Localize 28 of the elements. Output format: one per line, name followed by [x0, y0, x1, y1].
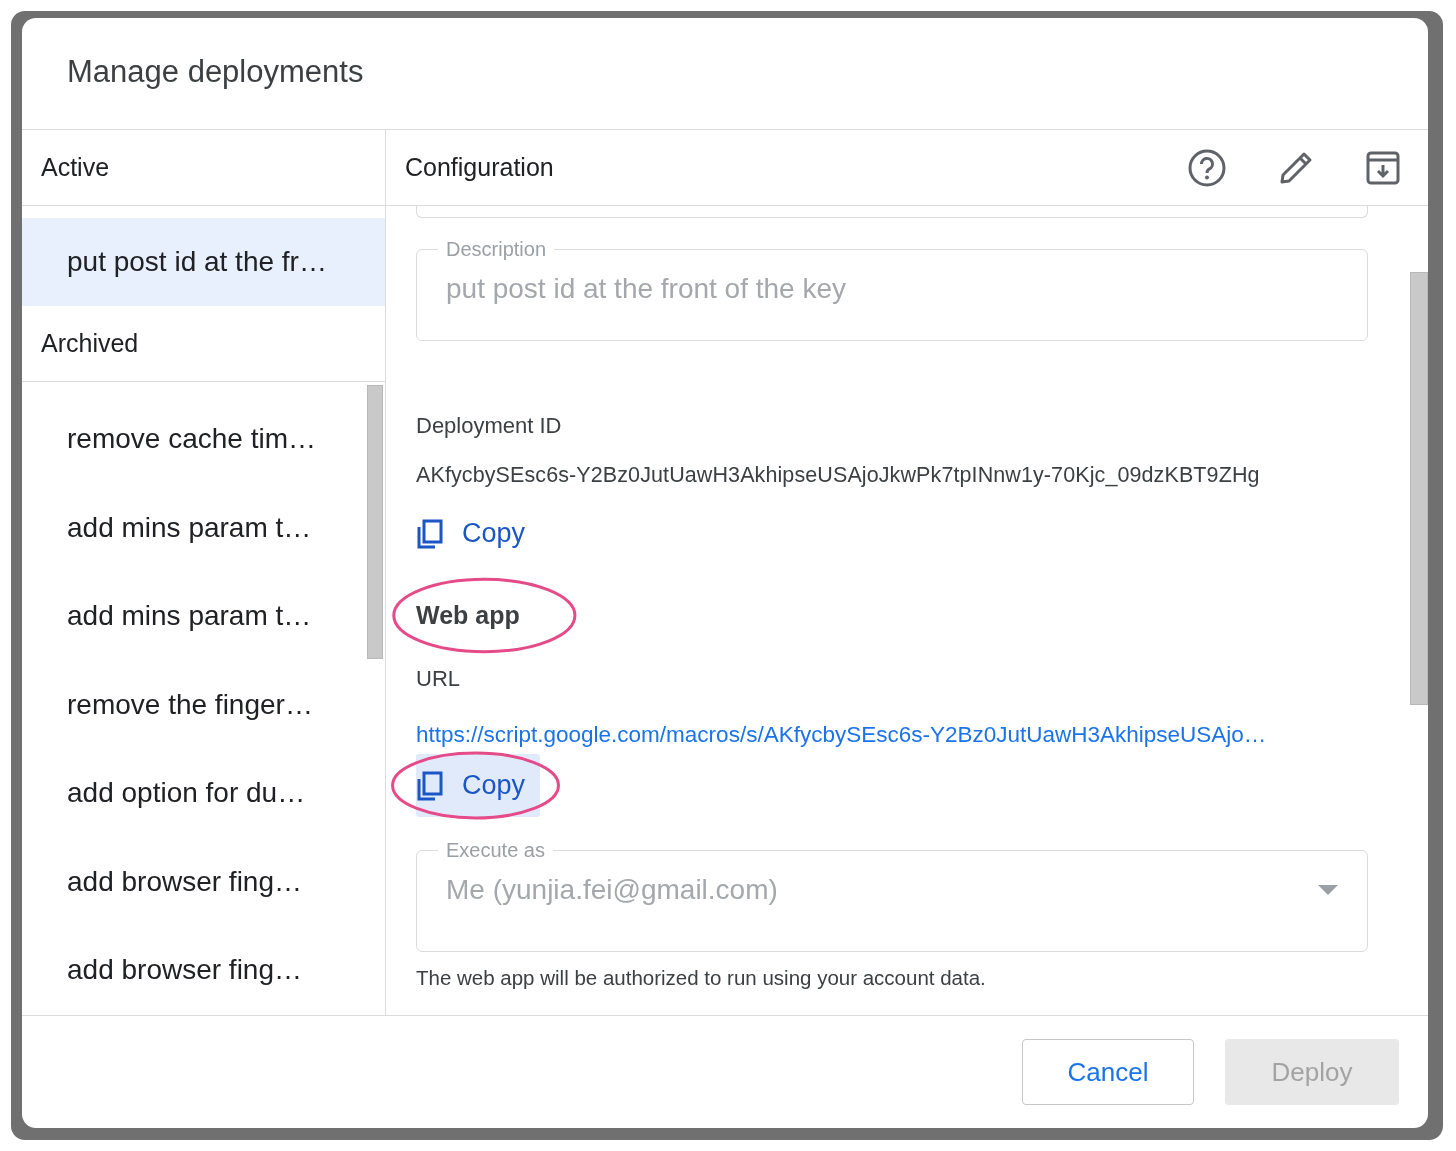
deployment-item[interactable]: remove the finger… [22, 660, 367, 749]
deployment-id: AKfycbySEsc6s-Y2Bz0JutUawH3AkhipseUSAjoJkwPk7tpINnw1y-70Kjc_09dzKBT9ZHg [416, 463, 1261, 488]
help-icon[interactable] [1188, 148, 1226, 187]
copy-icon [416, 518, 444, 549]
deployment-item[interactable]: add mins param t… [22, 572, 367, 661]
field-label: Deployment ID [416, 413, 562, 439]
copy-icon [416, 770, 444, 801]
copy-button[interactable]: Copy [416, 502, 541, 565]
helper-text: The web app will be authorized to run using your account data. [416, 966, 987, 990]
copy-button[interactable]: Copy [416, 754, 541, 817]
deployment-item[interactable]: add browser fing… [22, 837, 367, 926]
dropdown-arrow-icon [1318, 885, 1338, 895]
section-heading: Archived [22, 306, 385, 382]
panel-heading: Configuration [405, 153, 555, 182]
archive-icon[interactable] [1366, 150, 1400, 185]
deployment-item[interactable]: add option for du… [22, 749, 367, 838]
section-heading: Web app [416, 601, 520, 630]
deployment-item[interactable]: remove cache tim… [22, 395, 367, 484]
section-heading: Active [22, 130, 385, 206]
cancel-button[interactable]: Cancel [1022, 1039, 1194, 1105]
dialog-title: Manage deployments [22, 18, 1428, 130]
url-link[interactable]: https://script.google.com/macros/s/AKfycbySEsc6s-Y2Bz0JutUawH3AkhipseUSAjo… [416, 722, 1267, 748]
scrollbar-thumb[interactable] [367, 385, 383, 659]
field-label: URL [416, 666, 460, 692]
scrollbar-thumb[interactable] [1410, 272, 1428, 705]
deployment-item[interactable]: put post id at the fr… [22, 218, 385, 306]
deployment-item[interactable]: add mins param t… [22, 483, 367, 572]
deployment-item[interactable]: add browser fing… [22, 926, 367, 1015]
